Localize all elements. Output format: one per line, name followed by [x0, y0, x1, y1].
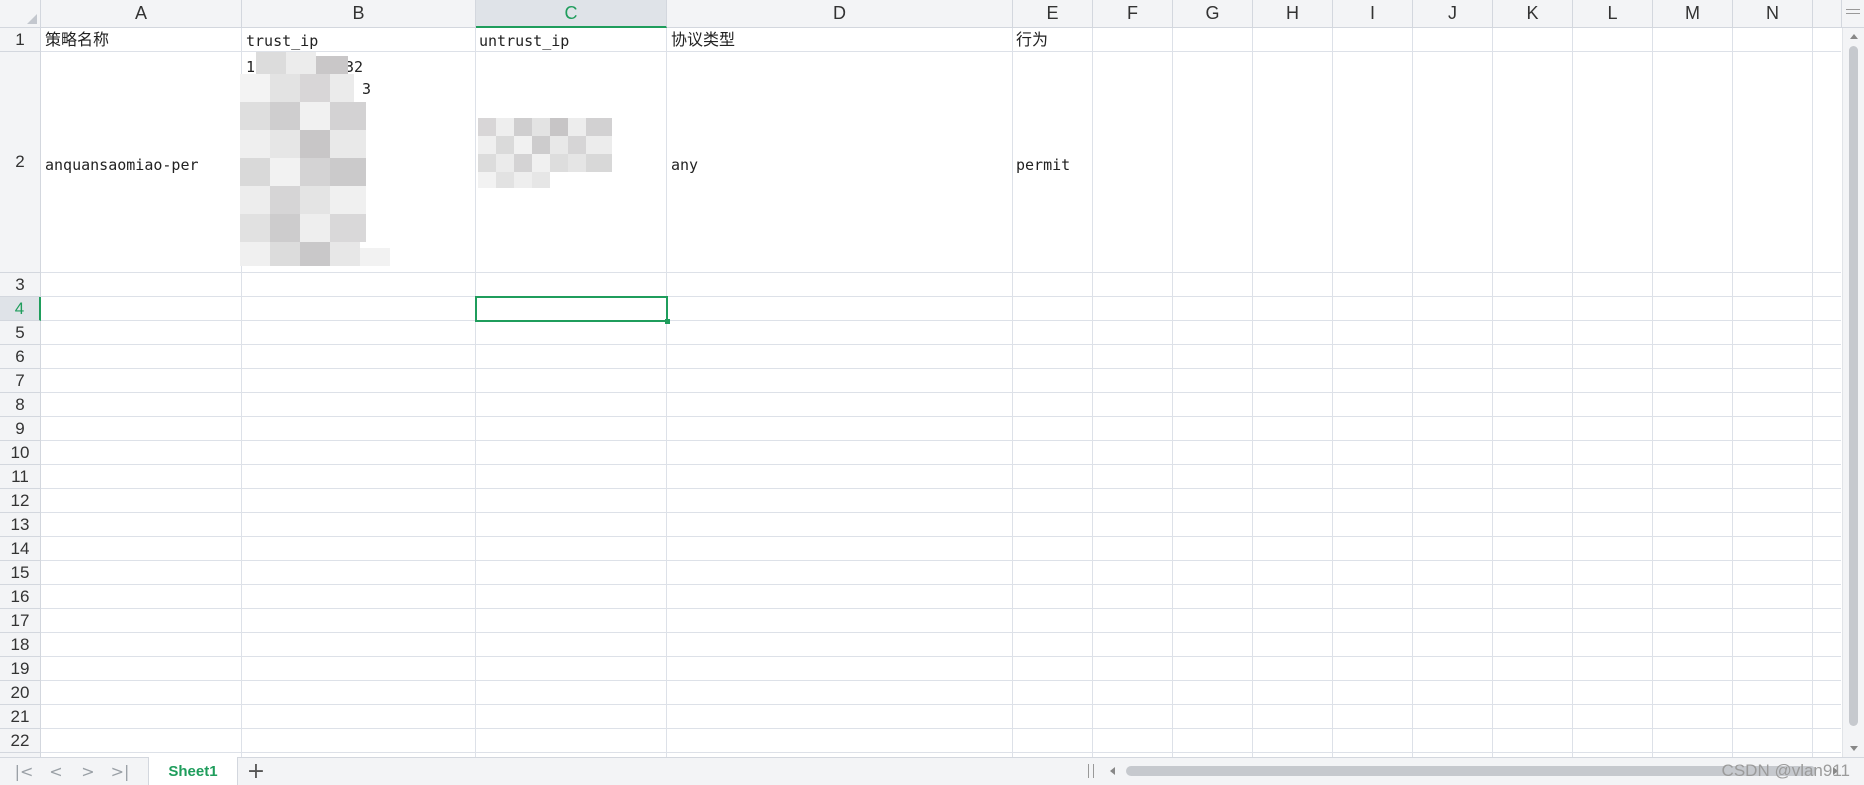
row-header-14[interactable]: 14: [0, 537, 41, 561]
selected-cell-c4[interactable]: [475, 296, 668, 322]
row-header-12[interactable]: 12: [0, 489, 41, 513]
sheet-tab-sheet1[interactable]: Sheet1: [148, 757, 238, 785]
row-header-20[interactable]: 20: [0, 681, 41, 705]
gridline: [41, 632, 1841, 633]
column-header-g[interactable]: G: [1173, 0, 1253, 28]
gridline: [41, 464, 1841, 465]
row-header-4[interactable]: 4: [0, 297, 41, 321]
add-sheet-icon[interactable]: +: [242, 758, 270, 785]
last-sheet-icon[interactable]: >|: [106, 758, 134, 785]
first-sheet-icon[interactable]: |<: [10, 758, 38, 785]
gridline: [41, 272, 1841, 273]
column-header-a[interactable]: A: [41, 0, 242, 28]
cell-a1[interactable]: 策略名称: [45, 30, 109, 50]
scroll-down-icon[interactable]: [1850, 746, 1858, 751]
row-header-1[interactable]: 1: [0, 28, 41, 52]
gridline: [41, 344, 1841, 345]
sheet-bar: |< < > >| Sheet1 + CSDN @vlan911: [0, 757, 1864, 785]
gridline: [41, 392, 1841, 393]
row-header-6[interactable]: 6: [0, 345, 41, 369]
cell-c2-redacted[interactable]: [478, 118, 616, 190]
column-header-m[interactable]: M: [1653, 0, 1733, 28]
gridline: [41, 584, 1841, 585]
select-all-triangle-icon: [27, 14, 37, 24]
gridline: [41, 680, 1841, 681]
cell-c1[interactable]: untrust_ip: [479, 31, 569, 51]
horizontal-scrollbar-thumb[interactable]: [1126, 766, 1816, 776]
row-header-3[interactable]: 3: [0, 273, 41, 297]
gridline: [41, 296, 1841, 297]
row-header-9[interactable]: 9: [0, 417, 41, 441]
row-header-16[interactable]: 16: [0, 585, 41, 609]
select-all-corner[interactable]: [0, 0, 41, 28]
cell-e2[interactable]: permit: [1016, 155, 1070, 175]
gridline: [41, 656, 1841, 657]
cell-d1[interactable]: 协议类型: [671, 30, 735, 50]
row-header-22[interactable]: 22: [0, 729, 41, 753]
row-header-2[interactable]: 2: [0, 52, 41, 273]
gridline: [41, 752, 1841, 753]
column-header-i[interactable]: I: [1333, 0, 1413, 28]
cell-a2[interactable]: anquansaomiao-per: [45, 155, 199, 175]
row-header-19[interactable]: 19: [0, 657, 41, 681]
gridline: [41, 368, 1841, 369]
column-header-k[interactable]: K: [1493, 0, 1573, 28]
gridline: [41, 320, 1841, 321]
row-header-13[interactable]: 13: [0, 513, 41, 537]
gridline: [41, 728, 1841, 729]
row-header-18[interactable]: 18: [0, 633, 41, 657]
gridline: [41, 488, 1841, 489]
column-header-b[interactable]: B: [242, 0, 476, 28]
gridline: [41, 704, 1841, 705]
vertical-scrollbar-thumb[interactable]: [1849, 46, 1858, 726]
prev-sheet-icon[interactable]: <: [42, 758, 70, 785]
gridline: [41, 512, 1841, 513]
gridline: [41, 536, 1841, 537]
column-header-n[interactable]: N: [1733, 0, 1813, 28]
gridline: [41, 560, 1841, 561]
row-header-21[interactable]: 21: [0, 705, 41, 729]
row-header-7[interactable]: 7: [0, 369, 41, 393]
cell-e1[interactable]: 行为: [1016, 30, 1048, 50]
row-header-15[interactable]: 15: [0, 561, 41, 585]
horizontal-split-handle[interactable]: [1088, 764, 1094, 778]
gridline: [41, 608, 1841, 609]
next-sheet-icon[interactable]: >: [74, 758, 102, 785]
column-header-l[interactable]: L: [1573, 0, 1653, 28]
column-header-f[interactable]: F: [1093, 0, 1173, 28]
scroll-up-icon[interactable]: [1850, 34, 1858, 39]
column-header-j[interactable]: J: [1413, 0, 1493, 28]
cell-d2[interactable]: any: [671, 155, 698, 175]
gridline: [41, 440, 1841, 441]
scroll-left-icon[interactable]: [1110, 767, 1115, 775]
row-header-10[interactable]: 10: [0, 441, 41, 465]
column-header-e[interactable]: E: [1013, 0, 1093, 28]
row-header-17[interactable]: 17: [0, 609, 41, 633]
column-header-h[interactable]: H: [1253, 0, 1333, 28]
row-header-8[interactable]: 8: [0, 393, 41, 417]
cell-b2-redacted[interactable]: [240, 52, 405, 272]
gridline: [41, 416, 1841, 417]
column-header-c[interactable]: C: [476, 0, 667, 28]
vertical-split-handle[interactable]: [1842, 0, 1864, 28]
fill-handle[interactable]: [665, 319, 670, 324]
spreadsheet-grid[interactable]: A B C D E F G H I J K L M N 1 2 3 4 5 6 …: [0, 0, 1864, 757]
watermark: CSDN @vlan911: [1721, 761, 1850, 780]
column-header-overflow[interactable]: [1813, 0, 1842, 28]
row-header-11[interactable]: 11: [0, 465, 41, 489]
vertical-scrollbar[interactable]: [1842, 28, 1864, 757]
cell-b1[interactable]: trust_ip: [246, 31, 318, 51]
column-header-d[interactable]: D: [667, 0, 1013, 28]
row-header-5[interactable]: 5: [0, 321, 41, 345]
